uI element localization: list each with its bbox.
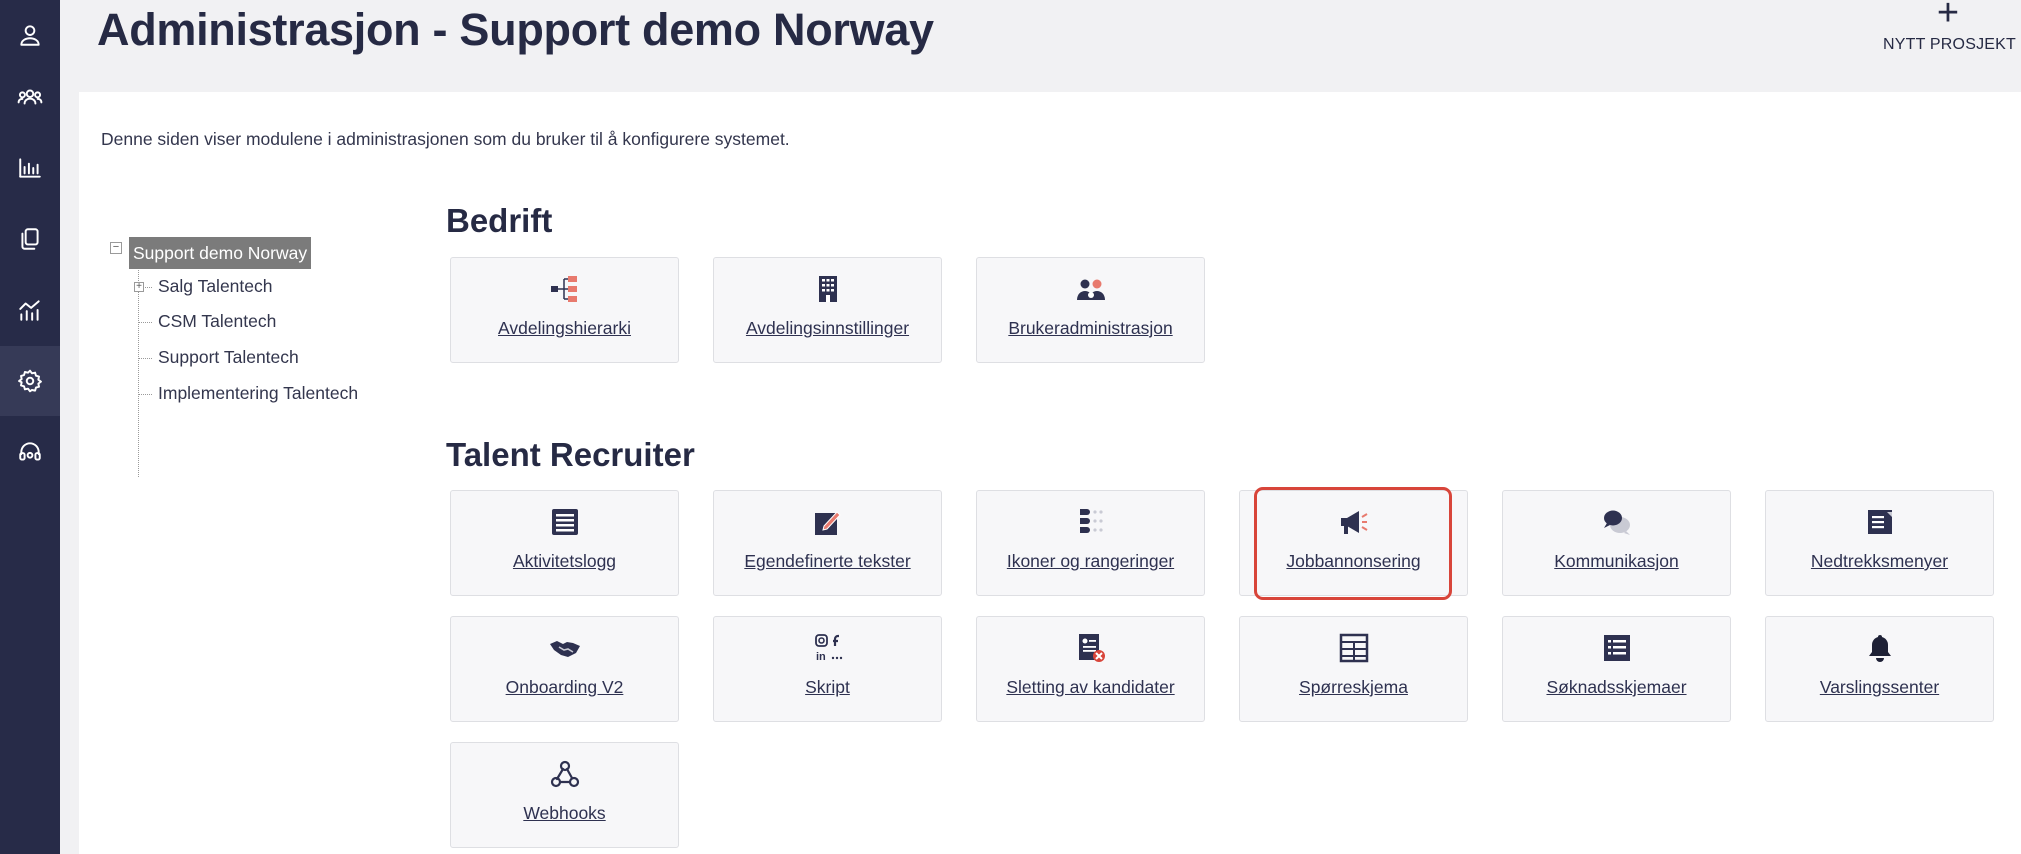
collapse-toggle-icon[interactable]: − xyxy=(110,242,122,254)
section-title-bedrift: Bedrift xyxy=(446,202,553,239)
module-tile-sletting-av-kandidater[interactable]: Sletting av kandidater xyxy=(976,616,1205,722)
module-label: Avdelingshierarki xyxy=(498,318,631,338)
page-title: Administrasjon - Support demo Norway xyxy=(97,4,934,55)
module-tile-nedtrekksmenyer[interactable]: Nedtrekksmenyer xyxy=(1765,490,1994,596)
tree-node[interactable]: Implementering Talentech xyxy=(158,383,358,404)
tree-node[interactable]: Salg Talentech xyxy=(158,276,273,297)
table-icon xyxy=(1240,631,1467,665)
bar-chart-icon[interactable] xyxy=(0,133,60,203)
module-tile-soknadsskjemaer[interactable]: Søknadsskjemaer xyxy=(1502,616,1731,722)
tree-root-node[interactable]: Support demo Norway xyxy=(129,237,312,269)
module-label: Nedtrekksmenyer xyxy=(1810,551,1949,571)
module-tile-egendefinerte-tekster[interactable]: Egendefinerte tekster xyxy=(713,490,942,596)
edit-text-icon xyxy=(714,505,941,539)
building-icon xyxy=(714,272,941,306)
tree-connector xyxy=(138,394,152,395)
user-icon[interactable] xyxy=(0,0,60,70)
team-icon[interactable] xyxy=(0,62,60,132)
form-list-icon xyxy=(1503,631,1730,665)
module-label: Brukeradministrasjon xyxy=(1008,318,1173,338)
module-tile-varslingssenter[interactable]: Varslingssenter xyxy=(1765,616,1994,722)
tree-connector xyxy=(138,358,152,359)
module-label: Ikoner og rangeringer xyxy=(1006,551,1175,571)
svg-text:in: in xyxy=(816,651,826,663)
new-project-label: NYTT PROSJEKT xyxy=(1883,36,2016,53)
list-icon xyxy=(451,505,678,539)
sidebar xyxy=(0,0,60,854)
module-label: Sletting av kandidater xyxy=(1006,677,1175,697)
tree-node[interactable]: Support Talentech xyxy=(158,347,299,368)
module-label: Spørreskjema xyxy=(1299,677,1408,697)
tree-connector xyxy=(138,270,139,477)
module-label: Egendefinerte tekster xyxy=(744,551,911,571)
megaphone-icon xyxy=(1240,505,1467,539)
chat-bubbles-icon xyxy=(1503,505,1730,539)
main-panel: Denne siden viser modulene i administras… xyxy=(79,92,2021,854)
module-label: Søknadsskjemaer xyxy=(1546,677,1687,697)
new-project-button[interactable]: + NYTT PROSJEKT xyxy=(1883,0,2016,54)
module-tile-jobbannonsering[interactable]: Jobbannonsering xyxy=(1239,490,1468,596)
expand-toggle-icon[interactable]: + xyxy=(134,282,144,292)
social-media-icon: in xyxy=(714,631,941,665)
dropdown-menu-icon xyxy=(1766,505,1993,539)
module-tile-brukeradministrasjon[interactable]: Brukeradministrasjon xyxy=(976,257,1205,363)
settings-icon[interactable] xyxy=(0,346,60,416)
documents-icon[interactable] xyxy=(0,204,60,274)
module-label: Skript xyxy=(805,677,850,697)
users-admin-icon xyxy=(977,272,1204,306)
analytics-icon[interactable] xyxy=(0,275,60,345)
handshake-icon xyxy=(451,631,678,665)
bell-icon xyxy=(1766,631,1993,665)
plus-icon: + xyxy=(1936,0,1960,34)
tree-connector xyxy=(138,322,152,323)
module-tile-avdelingsinnstillinger[interactable]: Avdelingsinnstillinger xyxy=(713,257,942,363)
module-tile-ikoner-og-rangeringer[interactable]: Ikoner og rangeringer xyxy=(976,490,1205,596)
module-tile-onboarding-v2[interactable]: Onboarding V2 xyxy=(450,616,679,722)
module-tile-skript[interactable]: in Skript xyxy=(713,616,942,722)
module-tile-kommunikasjon[interactable]: Kommunikasjon xyxy=(1502,490,1731,596)
tree-node[interactable]: CSM Talentech xyxy=(158,311,276,332)
module-label: Varslingssenter xyxy=(1819,677,1940,697)
hierarchy-icon xyxy=(451,272,678,306)
module-tile-webhooks[interactable]: Webhooks xyxy=(450,742,679,848)
module-tile-aktivitetslogg[interactable]: Aktivitetslogg xyxy=(450,490,679,596)
support-headset-icon[interactable] xyxy=(0,417,60,487)
module-label: Kommunikasjon xyxy=(1554,551,1679,571)
module-label: Webhooks xyxy=(523,803,606,823)
module-tile-avdelingshierarki[interactable]: Avdelingshierarki xyxy=(450,257,679,363)
section-title-talent-recruiter: Talent Recruiter xyxy=(446,436,695,473)
webhook-icon xyxy=(451,757,678,791)
ranking-icon xyxy=(977,505,1204,539)
module-label: Onboarding V2 xyxy=(505,677,624,697)
module-label: Jobbannonsering xyxy=(1286,551,1421,571)
module-tile-sporreskjema[interactable]: Spørreskjema xyxy=(1239,616,1468,722)
module-label: Aktivitetslogg xyxy=(512,551,617,571)
delete-candidate-icon xyxy=(977,631,1204,665)
intro-text: Denne siden viser modulene i administras… xyxy=(101,129,790,149)
module-label: Avdelingsinnstillinger xyxy=(745,318,910,338)
